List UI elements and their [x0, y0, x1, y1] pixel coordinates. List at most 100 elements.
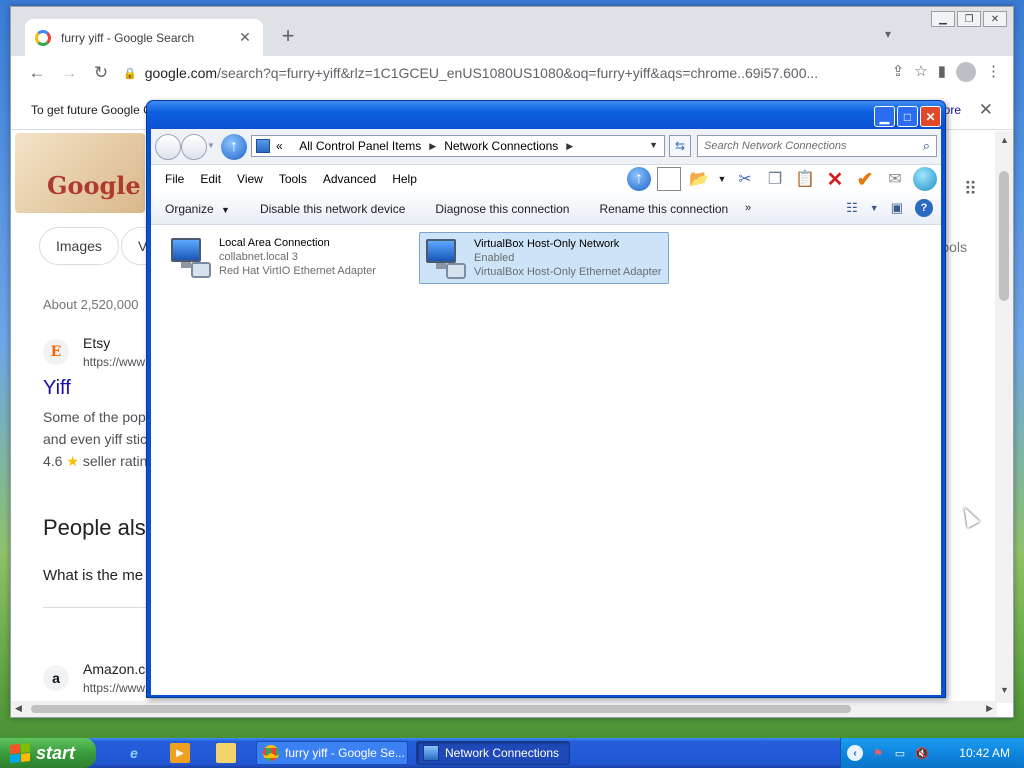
tab-search-chevron-icon[interactable]: ▾ [885, 27, 891, 41]
address-bar[interactable]: 🔒 google.com /search?q=furry+yiff&rlz=1C… [123, 60, 833, 86]
close-button[interactable]: ✕ [920, 106, 941, 127]
menu-tools[interactable]: Tools [271, 172, 315, 186]
new-tab-button[interactable]: + [275, 23, 301, 49]
media-player-icon[interactable]: ▶ [170, 743, 190, 763]
etsy-favicon-icon: E [43, 339, 69, 365]
vertical-scrollbar[interactable]: ▲ ▼ [995, 131, 1013, 703]
explorer-folder-icon[interactable] [216, 743, 236, 763]
result2-url[interactable]: https://www [83, 681, 145, 695]
address-dropdown-icon[interactable]: ▼ [649, 140, 658, 150]
connection-status: Enabled [474, 252, 515, 264]
horizontal-scroll-thumb[interactable] [31, 705, 851, 713]
menu-edit[interactable]: Edit [192, 172, 229, 186]
clock[interactable]: 10:42 AM [959, 746, 1010, 760]
minimize-button[interactable]: ▁ [874, 106, 895, 127]
reload-icon[interactable]: ↻ [85, 63, 117, 83]
breadcrumb-address-bar[interactable]: « All Control Panel Items ▶ Network Conn… [251, 135, 665, 157]
refresh-button[interactable]: ⇆ [669, 135, 691, 157]
infobar-more-link[interactable]: ore [944, 103, 961, 117]
breadcrumb-overflow[interactable]: « [276, 139, 283, 153]
properties-check-icon[interactable]: ✔ [853, 167, 877, 191]
chip-images[interactable]: Images [39, 227, 119, 265]
scroll-up-arrow-icon[interactable]: ▲ [1000, 135, 1009, 145]
search-input[interactable]: Search Network Connections ⌕ [697, 135, 937, 157]
scroll-right-arrow-icon[interactable]: ▶ [986, 703, 993, 714]
up-arrow-icon[interactable]: ↑ [627, 167, 651, 191]
diagnose-button[interactable]: Diagnose this connection [435, 202, 569, 216]
share-icon[interactable]: ⇪ [892, 62, 905, 82]
result-title-link[interactable]: Yiff [43, 377, 71, 400]
forward-button[interactable] [181, 134, 207, 160]
folders-pane-icon[interactable] [657, 167, 681, 191]
restore-button[interactable]: ❐ [957, 11, 981, 27]
horizontal-scrollbar[interactable]: ◀ ▶ [11, 701, 997, 717]
show-hidden-icons-chevron-icon[interactable]: ‹ [847, 745, 863, 761]
recent-pages-dropdown-icon[interactable]: ▼ [207, 141, 215, 150]
view-dropdown-icon[interactable]: ▼ [870, 203, 879, 213]
bookmark-star-icon[interactable]: ☆ [914, 62, 927, 82]
network-warning-icon[interactable]: ⚑ [871, 746, 885, 760]
maximize-button[interactable]: □ [897, 106, 918, 127]
start-button[interactable]: start [0, 738, 96, 768]
menu-advanced[interactable]: Advanced [315, 172, 384, 186]
internet-explorer-icon[interactable]: e [124, 743, 144, 763]
google-favicon-icon [35, 29, 51, 46]
infobar-close-icon[interactable]: ✕ [979, 100, 993, 120]
volume-muted-icon[interactable]: 🔇 [915, 746, 929, 760]
breadcrumb-separator-icon[interactable]: ▶ [429, 141, 436, 152]
taskbar-item-chrome[interactable]: furry yiff - Google Se... [256, 741, 408, 765]
taskbar-item-network-connections[interactable]: Network Connections [416, 741, 570, 765]
vertical-scroll-thumb[interactable] [999, 171, 1009, 301]
side-panel-icon[interactable]: ▮ [938, 62, 946, 82]
minimize-button[interactable]: ▁ [931, 11, 955, 27]
network-globe-icon[interactable] [913, 167, 937, 191]
more-commands-chevron-icon[interactable]: » [745, 202, 751, 214]
window-titlebar[interactable]: ▁ □ ✕ [147, 101, 945, 129]
profile-avatar[interactable] [956, 62, 976, 82]
cut-scissors-icon[interactable]: ✂ [733, 167, 757, 191]
address-toolbar: ▼ ↑ « All Control Panel Items ▶ Network … [151, 129, 941, 165]
search-icon[interactable]: ⌕ [923, 138, 930, 154]
delete-x-icon[interactable]: ✕ [823, 167, 847, 191]
network-tray-icon[interactable]: ▭ [893, 746, 907, 760]
disable-device-button[interactable]: Disable this network device [260, 202, 405, 216]
rename-button[interactable]: Rename this connection [599, 202, 728, 216]
result-site-name[interactable]: Etsy [83, 335, 110, 351]
folder-options-icon[interactable]: 📂 [687, 167, 711, 191]
change-view-icon[interactable]: ☷ [846, 200, 858, 216]
result-rating: 4.6 ★ seller ratin [43, 453, 147, 470]
back-button[interactable] [155, 134, 181, 160]
result2-site-name[interactable]: Amazon.co [83, 661, 153, 677]
breadcrumb-network-connections[interactable]: Network Connections [444, 139, 558, 153]
up-folder-button[interactable]: ↑ [221, 134, 247, 160]
scroll-down-arrow-icon[interactable]: ▼ [1000, 685, 1009, 695]
close-button[interactable]: ✕ [983, 11, 1007, 27]
preview-pane-icon[interactable]: ▣ [891, 200, 903, 216]
breadcrumb-all-control-panel-items[interactable]: All Control Panel Items [299, 139, 421, 153]
connections-list: Local Area Connection collabnet.local 3 … [151, 226, 941, 695]
connection-item-virtualbox[interactable]: VirtualBox Host-Only Network Enabled Vir… [419, 232, 669, 284]
dropdown-arrow-icon[interactable]: ▼ [717, 167, 727, 191]
google-apps-icon[interactable]: ⠿ [964, 179, 977, 200]
rating-value: 4.6 [43, 453, 63, 469]
menu-file[interactable]: File [157, 172, 192, 186]
menu-kebab-icon[interactable]: ⋮ [986, 62, 1001, 82]
copy-icon[interactable]: ❐ [763, 167, 787, 191]
help-icon[interactable]: ? [915, 199, 933, 217]
tab-google-search[interactable]: furry yiff - Google Search ✕ [25, 19, 263, 56]
connection-item-local-area[interactable]: Local Area Connection collabnet.local 3 … [165, 232, 415, 284]
organize-button[interactable]: Organize ▼ [165, 202, 230, 216]
back-arrow-icon[interactable]: ← [21, 63, 53, 83]
forward-arrow-icon[interactable]: → [53, 63, 85, 83]
google-doodle[interactable]: Google [15, 133, 145, 213]
menu-help[interactable]: Help [384, 172, 425, 186]
breadcrumb-separator-icon[interactable]: ▶ [566, 141, 573, 152]
menu-view[interactable]: View [229, 172, 271, 186]
paste-clipboard-icon[interactable]: 📋 [793, 167, 817, 191]
mail-icon[interactable]: ✉ [883, 167, 907, 191]
result-url[interactable]: https://www [83, 355, 145, 369]
taskbar-item-label: Network Connections [445, 746, 560, 760]
paa-question[interactable]: What is the me [43, 567, 143, 584]
tab-close-icon[interactable]: ✕ [237, 29, 253, 46]
scroll-left-arrow-icon[interactable]: ◀ [15, 703, 22, 714]
